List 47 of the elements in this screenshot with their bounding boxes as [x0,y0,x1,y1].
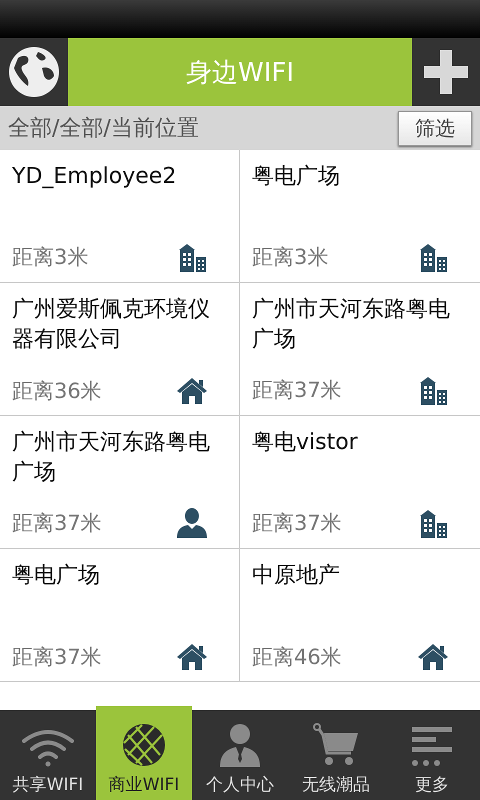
hotspot-name: 中原地产 [252,562,341,590]
cart-icon [313,723,359,767]
house-icon [177,378,207,404]
hotspot-name: 粤电vistor [252,429,359,457]
filter-button[interactable]: 筛选 [398,110,472,146]
hotspot-card[interactable]: 广州市天河东路粤电广场 距离37米 [0,416,240,549]
hotspot-card[interactable]: 粤电广场 距离3米 [240,150,480,283]
hotspot-name: 粤电广场 [12,562,101,590]
hotspot-name: YD_Employee2 [12,163,178,191]
hotspot-card[interactable]: 粤电vistor 距离37米 [240,416,480,549]
building-icon [420,242,448,272]
nav-tab[interactable]: 更多 [384,710,480,800]
globe-icon [122,723,166,767]
distance-label: 距离37米 [252,377,342,404]
distance-label: 距离37米 [252,510,342,537]
distance-label: 距离3米 [12,244,88,271]
person-icon [177,508,207,538]
nav-tab[interactable]: 共享WIFI [0,710,96,800]
hotspot-card[interactable]: 中原地产 距离46米 [240,549,480,682]
distance-label: 距离37米 [12,510,102,537]
hotspot-card[interactable]: 广州爱斯佩克环境仪器有限公司 距离36米 [0,283,240,416]
building-icon [420,508,448,538]
wifi-icon [21,729,75,767]
person-icon [218,723,262,767]
distance-label: 距离3米 [252,244,328,271]
add-icon[interactable] [424,50,468,94]
distance-label: 距离37米 [12,644,102,671]
building-icon [420,375,448,405]
nav-tab[interactable]: 商业WIFI [96,706,192,800]
nav-tab[interactable]: 无线潮品 [288,710,384,800]
hotspot-card[interactable]: YD_Employee2 距离3米 [0,150,240,283]
hotspot-name: 广州爱斯佩克环境仪器有限公司 [12,296,211,354]
hotspot-name: 粤电广场 [252,163,341,191]
hotspot-name: 广州市天河东路粤电广场 [252,296,451,354]
house-icon [418,644,448,670]
building-icon [179,242,207,272]
location-path: 全部/全部/当前位置 [8,115,199,143]
hotspot-card[interactable]: 粤电广场 距离37米 [0,549,240,682]
menu-icon [412,727,452,767]
nav-tab[interactable]: 个人中心 [192,710,288,800]
distance-label: 距离36米 [12,378,102,405]
hotspot-card[interactable]: 广州市天河东路粤电广场 距离37米 [240,283,480,416]
hotspot-name: 广州市天河东路粤电广场 [12,429,211,487]
globe-icon[interactable] [8,46,60,98]
house-icon [177,644,207,670]
header-title: 身边WIFI [68,38,412,106]
distance-label: 距离46米 [252,644,342,671]
